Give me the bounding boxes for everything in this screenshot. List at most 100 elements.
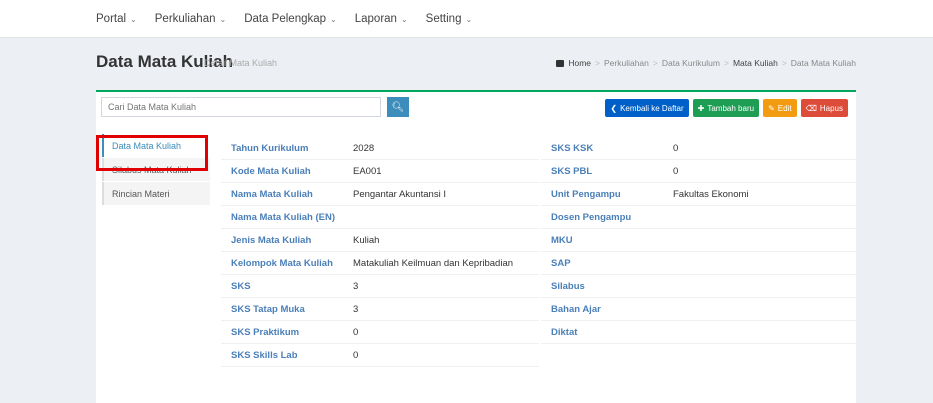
detail-label: SKS Praktikum <box>231 326 300 338</box>
edit-button[interactable]: ✎ Edit <box>763 99 797 117</box>
detail-label: MKU <box>551 234 573 246</box>
breadcrumb-separator: > <box>781 58 787 68</box>
detail-value: 0 <box>673 142 679 154</box>
detail-label: SKS Tatap Muka <box>231 303 305 315</box>
action-buttons: ❮ Kembali ke Daftar ✚ Tambah baru ✎ Edit ⌫ H… <box>601 99 848 117</box>
detail-label: Nama Mata Kuliah <box>231 188 313 200</box>
detail-label: SAP <box>551 257 571 269</box>
detail-value: Kuliah <box>353 234 380 246</box>
detail-row: Diktat <box>541 321 857 344</box>
breadcrumb-separator: > <box>652 58 658 68</box>
breadcrumb-current: Data Mata Kuliah <box>790 58 856 68</box>
detail-label: Diktat <box>551 326 578 338</box>
detail-row: SKS 3 <box>221 275 539 298</box>
page-header: Data Mata Kuliah Detail Mata Kuliah Home… <box>96 52 856 74</box>
highlight-box <box>96 135 208 171</box>
detail-value: Fakultas Ekonomi <box>673 188 749 200</box>
detail-label: Bahan Ajar <box>551 303 601 315</box>
nav-label: Portal <box>96 13 127 25</box>
page-subtitle: Detail Mata Kuliah <box>204 58 278 68</box>
chevron-down-icon: ⌄ <box>465 14 473 24</box>
nav-data-pelengkap[interactable]: Data Pelengkap ⌄ <box>244 13 337 25</box>
detail-row: SKS Tatap Muka 3 <box>221 298 539 321</box>
search-button[interactable]: 🔍︎ <box>387 97 409 117</box>
nav-portal[interactable]: Portal ⌄ <box>96 13 137 25</box>
detail-label: SKS Skills Lab <box>231 349 298 361</box>
breadcrumb: Home > Perkuliahan > Data Kurikulum > Ma… <box>556 58 856 68</box>
detail-row: Jenis Mata Kuliah Kuliah <box>221 229 539 252</box>
detail-row: Unit Pengampu Fakultas Ekonomi <box>541 183 857 206</box>
detail-row: Kelompok Mata Kuliah Matakuliah Keilmuan … <box>221 252 539 275</box>
breadcrumb-perkuliahan[interactable]: Perkuliahan <box>604 58 649 68</box>
detail-value: Matakuliah Keilmuan dan Kepribadian <box>353 257 514 269</box>
detail-row: Dosen Pengampu <box>541 206 857 229</box>
add-new-button[interactable]: ✚ Tambah baru <box>692 99 760 117</box>
nav-perkuliahan[interactable]: Perkuliahan ⌄ <box>155 13 226 25</box>
breadcrumb-separator: > <box>595 58 600 68</box>
back-label: Kembali ke Daftar <box>620 103 684 113</box>
detail-box: 🔍︎ ❮Kembali ke Daftar ✚Tambah baru ✎Edit… <box>96 90 857 403</box>
detail-label: Kelompok Mata Kuliah <box>231 257 333 269</box>
chevron-down-icon: ⌄ <box>330 14 337 24</box>
detail-value: 0 <box>353 326 359 338</box>
search-input[interactable] <box>101 97 381 117</box>
detail-row: Tahun Kurikulum 2028 <box>221 137 539 160</box>
pencil-icon: ✎ <box>768 103 775 113</box>
chevron-down-icon: ⌄ <box>130 14 137 24</box>
side-item-rincian-materi[interactable]: Rincian Materi <box>102 182 210 205</box>
detail-label: Dosen Pengampu <box>551 211 632 223</box>
detail-label: SKS KSK <box>551 142 594 154</box>
breadcrumb-mata-kuliah[interactable]: Mata Kuliah <box>733 58 778 68</box>
main-nav: Portal ⌄ Perkuliahan ⌄ Data Pelengkap ⌄ Lap… <box>96 0 490 38</box>
plus-icon: ✚ <box>697 103 705 113</box>
detail-row: Kode Mata Kuliah EA001 <box>221 160 539 183</box>
detail-row: SKS Praktikum 0 <box>221 321 539 344</box>
detail-row: SKS PBL 0 <box>541 160 857 183</box>
detail-label: Jenis Mata Kuliah <box>231 234 312 246</box>
detail-row: Nama Mata Kuliah Pengantar Akuntansi I <box>221 183 539 206</box>
chevron-left-icon: ❮ <box>610 103 618 113</box>
detail-label: Unit Pengampu <box>551 188 621 200</box>
delete-label: Hapus <box>819 103 843 113</box>
detail-row: SKS Skills Lab 0 <box>221 344 539 367</box>
detail-value: 2028 <box>353 142 375 154</box>
detail-value: Pengantar Akuntansi I <box>353 188 446 200</box>
detail-label: Kode Mata Kuliah <box>231 165 311 177</box>
trash-icon: ⌫ <box>805 103 817 113</box>
detail-row: SAP <box>541 252 857 275</box>
search-icon: 🔍︎ <box>391 101 405 113</box>
edit-label: Edit <box>777 103 792 113</box>
detail-value: 3 <box>353 280 359 292</box>
breadcrumb-data-kurikulum[interactable]: Data Kurikulum <box>662 58 720 68</box>
search-group: 🔍︎ <box>101 97 409 117</box>
breadcrumb-separator: > <box>723 58 729 68</box>
delete-button[interactable]: ⌫ Hapus <box>800 99 848 117</box>
nav-setting[interactable]: Setting ⌄ <box>426 13 473 25</box>
detail-label: SKS PBL <box>551 165 593 177</box>
detail-row: Silabus <box>541 275 857 298</box>
detail-value: 0 <box>673 165 679 177</box>
detail-label: SKS <box>231 280 251 292</box>
nav-label: Data Pelengkap <box>244 13 327 25</box>
detail-row: Bahan Ajar <box>541 298 857 321</box>
detail-row: Nama Mata Kuliah (EN) <box>221 206 539 229</box>
detail-row: MKU <box>541 229 857 252</box>
nav-label: Laporan <box>354 13 397 25</box>
detail-label: Silabus <box>551 280 585 292</box>
top-navbar: Portal ⌄ Perkuliahan ⌄ Data Pelengkap ⌄ Lap… <box>0 0 933 38</box>
detail-value: 3 <box>353 303 359 315</box>
breadcrumb-home[interactable]: Home <box>568 58 591 68</box>
add-label: Tambah baru <box>707 103 755 113</box>
nav-label: Setting <box>425 13 462 25</box>
detail-label: Tahun Kurikulum <box>231 142 309 154</box>
nav-label: Perkuliahan <box>154 13 216 25</box>
back-to-list-button[interactable]: ❮ Kembali ke Daftar <box>605 99 689 117</box>
detail-column-left: Tahun Kurikulum 2028 Kode Mata Kuliah EA00… <box>221 137 539 367</box>
chevron-down-icon: ⌄ <box>219 14 227 24</box>
nav-laporan[interactable]: Laporan ⌄ <box>355 13 408 25</box>
book-icon <box>556 59 565 67</box>
detail-label: Nama Mata Kuliah (EN) <box>231 211 335 223</box>
detail-row: SKS KSK 0 <box>541 137 857 160</box>
chevron-down-icon: ⌄ <box>400 14 408 24</box>
detail-value: EA001 <box>353 165 382 177</box>
